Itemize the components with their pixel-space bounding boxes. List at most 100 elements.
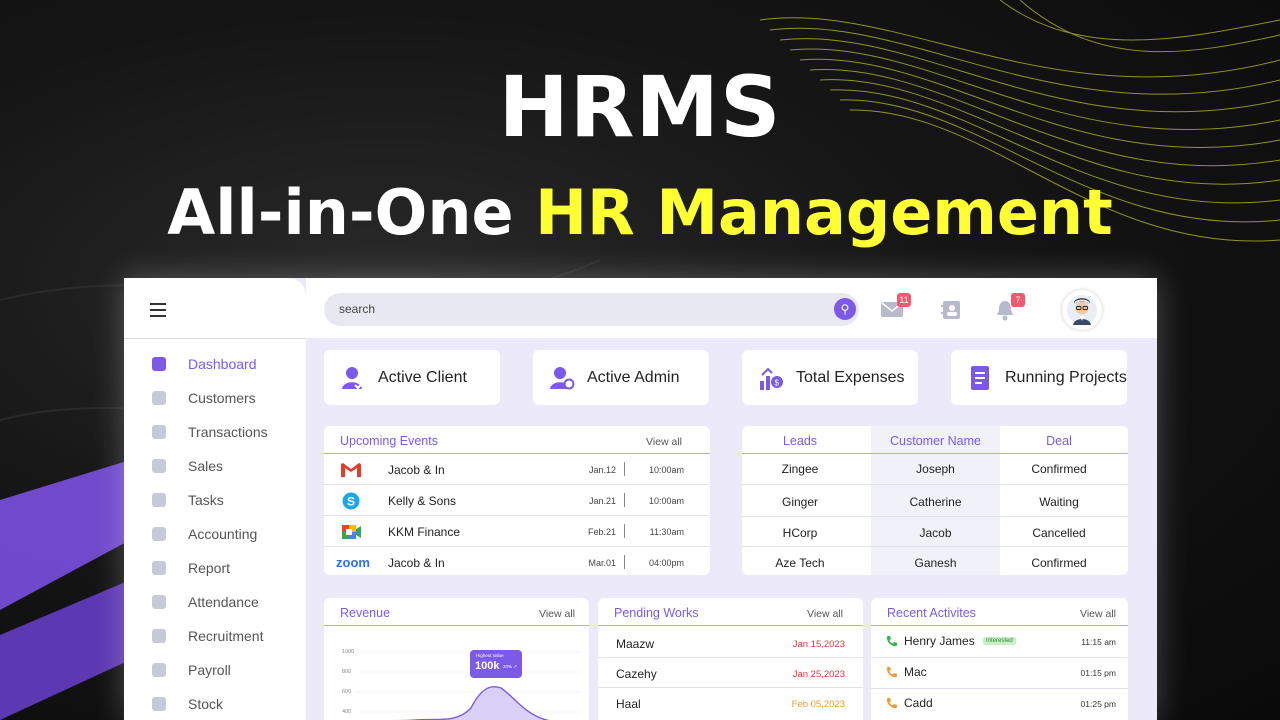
table-cell: Joseph — [916, 462, 955, 476]
star-icon — [152, 391, 166, 405]
sidebar-item-customers[interactable]: Customers — [124, 381, 306, 415]
table-cell: Waiting — [1039, 495, 1079, 509]
search-icon[interactable]: ⚲ — [834, 298, 856, 320]
activity-row[interactable]: Cadd 01:25 pm — [871, 689, 1128, 720]
row-divider — [742, 484, 1128, 485]
event-row[interactable]: Jacob & In Jan.12 10:00am — [324, 454, 710, 485]
purple-stripe-decoration — [0, 460, 130, 720]
table-cell: HCorp — [782, 526, 818, 540]
notifications-button[interactable]: 7 — [995, 293, 1025, 321]
activity-name: Henry James — [904, 634, 975, 648]
sidebar-item-payroll[interactable]: Payroll — [124, 653, 306, 687]
activity-row[interactable]: Henry James Interested 11:15 am — [871, 627, 1128, 658]
top-bar: search ⚲ 11 7 — [306, 278, 1157, 338]
view-all-link[interactable]: View all — [646, 436, 682, 448]
activity-name: Mac — [904, 665, 927, 679]
contacts-icon — [941, 301, 960, 319]
sidebar-item-tasks[interactable]: Tasks — [124, 483, 306, 517]
table-cell: Ginger — [781, 495, 819, 509]
tooltip-value: 100k — [475, 660, 500, 672]
sidebar-item-label: Recruitment — [188, 628, 264, 644]
event-time: 04:00pm — [648, 558, 684, 568]
svg-text:$: $ — [775, 378, 780, 387]
table-cell: Jacob — [919, 526, 952, 540]
expenses-icon: $ — [760, 367, 783, 390]
sidebar-item-stock[interactable]: Stock — [124, 687, 306, 720]
work-due-date: Jan 15,2023 — [792, 639, 845, 650]
stat-card-active-client[interactable]: Active Client — [324, 350, 500, 405]
table-cell: Aze Tech — [775, 556, 825, 570]
sidebar-item-label: Dashboard — [188, 356, 257, 372]
event-separator — [624, 555, 625, 569]
column-header-customer-name: Customer Name — [890, 434, 981, 448]
activity-time: 01:25 pm — [1080, 699, 1116, 709]
panel-header: Recent Activites View all — [871, 598, 1128, 626]
sidebar-item-accounting[interactable]: Accounting — [124, 517, 306, 551]
recruitment-icon — [152, 629, 166, 643]
user-avatar[interactable] — [1062, 290, 1102, 330]
y-axis-tick: 800 — [342, 669, 352, 675]
chart-line-icon — [152, 459, 166, 473]
panel-title: Pending Works — [614, 606, 699, 620]
contacts-button[interactable] — [941, 300, 963, 320]
sidebar-item-label: Payroll — [188, 662, 231, 678]
event-separator — [624, 524, 625, 538]
pending-work-row[interactable]: Maazw Jan 15,2023 — [598, 628, 863, 658]
activity-time: 01:15 pm — [1080, 668, 1116, 678]
stat-card-total-expenses[interactable]: $ Total Expenses — [742, 350, 918, 405]
mail-badge: 11 — [897, 293, 911, 307]
stock-icon — [152, 697, 166, 711]
activity-row[interactable]: Mac 01:15 pm — [871, 658, 1128, 689]
pending-work-row[interactable]: Cazehy Jan 25,2023 — [598, 658, 863, 688]
column-header-leads: Leads — [782, 434, 818, 448]
report-icon — [152, 561, 166, 575]
hero-title: HRMS — [498, 58, 782, 156]
revenue-tooltip: Highest Value 100k 20% ↗ — [470, 650, 522, 678]
meet-icon — [342, 525, 361, 539]
event-date: Feb.21 — [587, 527, 616, 537]
event-date: Jan.21 — [588, 496, 616, 506]
sidebar-item-sales[interactable]: Sales — [124, 449, 306, 483]
revenue-area-chart — [356, 651, 581, 720]
work-name: Haal — [616, 697, 641, 711]
dashboard-window: Dashboard Customers Transactions Sales T… — [124, 278, 1157, 720]
sidebar-item-dashboard[interactable]: Dashboard — [124, 347, 306, 381]
sidebar-divider — [124, 338, 306, 339]
user-avatar-image — [1067, 295, 1097, 325]
table-header: Leads Customer Name Deal — [742, 426, 1128, 454]
mail-button[interactable]: 11 — [881, 293, 911, 320]
view-all-link[interactable]: View all — [807, 608, 843, 620]
sidebar-item-label: Stock — [188, 696, 224, 712]
view-all-link[interactable]: View all — [539, 608, 575, 620]
sidebar-item-label: Report — [188, 560, 231, 576]
stat-card-running-projects[interactable]: Running Projects — [951, 350, 1127, 405]
stat-label: Active Client — [378, 368, 467, 386]
grid-icon — [152, 357, 166, 371]
event-row[interactable]: S Kelly & Sons Jan.21 10:00am — [324, 485, 710, 516]
sidebar-item-transactions[interactable]: Transactions — [124, 415, 306, 449]
event-date: Mar.01 — [588, 558, 616, 568]
event-row[interactable]: KKM Finance Feb.21 11:30am — [324, 516, 710, 547]
event-row[interactable]: zoom Jacob & In Mar.01 04:00pm — [324, 547, 710, 575]
sidebar-item-recruitment[interactable]: Recruitment — [124, 619, 306, 653]
view-all-link[interactable]: View all — [1080, 608, 1116, 620]
phone-icon — [887, 667, 897, 677]
search-input[interactable]: search ⚲ — [324, 293, 859, 326]
payroll-icon — [152, 663, 166, 677]
leads-table: Leads Customer Name Deal Zingee Joseph C… — [742, 426, 1128, 575]
sidebar-item-attendance[interactable]: Attendance — [124, 585, 306, 619]
sidebar-item-label: Customers — [188, 390, 256, 406]
revenue-panel: Revenue View all 1000 800 600 400 Highes… — [324, 598, 589, 720]
sidebar-item-report[interactable]: Report — [124, 551, 306, 585]
pending-work-row[interactable]: Haal Feb 05,2023 — [598, 688, 863, 718]
hamburger-menu-icon[interactable] — [150, 303, 166, 317]
event-name: Kelly & Sons — [388, 494, 457, 508]
stat-label: Active Admin — [587, 368, 680, 386]
phone-icon — [887, 698, 897, 708]
work-due-date: Feb 05,2023 — [791, 699, 845, 710]
event-time: 11:30am — [649, 527, 684, 537]
panel-title: Revenue — [340, 606, 391, 620]
event-name: Jacob & In — [388, 463, 445, 477]
sidebar: Dashboard Customers Transactions Sales T… — [124, 278, 306, 720]
stat-card-active-admin[interactable]: Active Admin — [533, 350, 709, 405]
